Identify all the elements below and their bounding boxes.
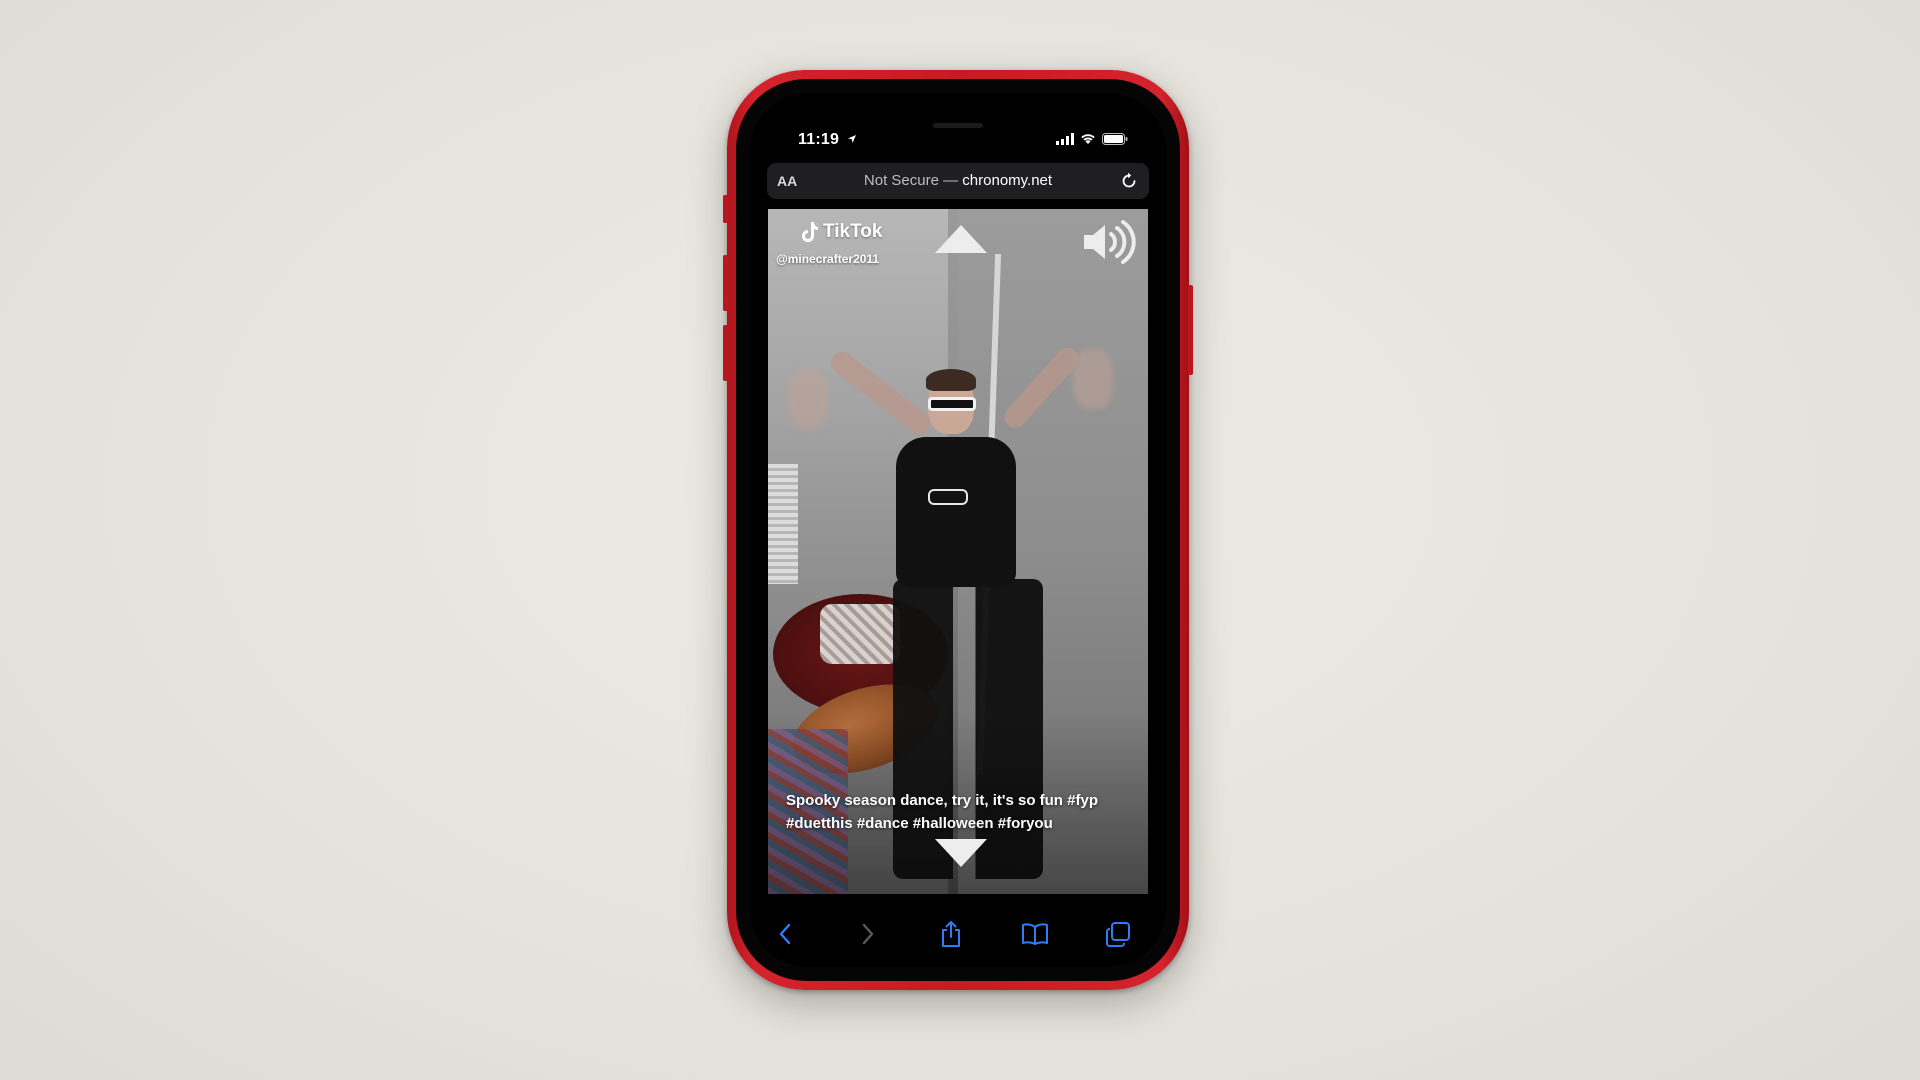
desk-background: 11:19 AA Not Secure — chronomy.net TikTo… [0, 0, 1920, 1080]
back-button[interactable] [770, 919, 800, 949]
cellular-signal-icon [1056, 133, 1074, 145]
earpiece-speaker [933, 123, 983, 128]
chevron-left-icon [779, 923, 791, 945]
share-button[interactable] [936, 919, 966, 949]
status-icons [1056, 133, 1128, 145]
tiktok-video-player[interactable]: TikTok @minecrafter2011 Spooky season da… [768, 209, 1148, 894]
security-label: Not Secure — [863, 172, 963, 189]
volume-up-button [723, 255, 728, 311]
chevron-right-icon [862, 923, 874, 945]
tiktok-note-icon [802, 222, 818, 242]
dancer-hand [788, 369, 828, 429]
wifi-icon [1081, 134, 1095, 144]
dancer-torso [896, 437, 1016, 587]
silent-switch [723, 195, 728, 223]
safari-toolbar [750, 909, 1166, 955]
book-icon [1022, 923, 1048, 945]
triangle-down-icon[interactable] [935, 839, 987, 867]
reload-icon[interactable] [1119, 171, 1139, 191]
share-icon [942, 921, 960, 947]
triangle-up-icon[interactable] [935, 225, 987, 253]
iphone-device: 11:19 AA Not Secure — chronomy.net TikTo… [723, 70, 1193, 990]
phone-screen: 11:19 AA Not Secure — chronomy.net TikTo… [750, 93, 1166, 967]
status-time: 11:19 [798, 131, 857, 149]
tabs-button[interactable] [1103, 919, 1133, 949]
dancer-arm [826, 347, 935, 439]
status-time-text: 11:19 [798, 131, 840, 148]
caption-line: Spooky season dance, try it, it's so fun… [786, 792, 1098, 809]
forward-button[interactable] [853, 919, 883, 949]
phone-bezel: 11:19 AA Not Secure — chronomy.net TikTo… [736, 79, 1180, 981]
dancer-hair [926, 369, 976, 391]
tiktok-logo: TikTok [801, 221, 882, 243]
dancer-sunglasses [928, 397, 976, 411]
bookmarks-button[interactable] [1020, 919, 1050, 949]
dancer-arm [999, 343, 1084, 433]
speaker-volume-icon[interactable] [1080, 219, 1136, 265]
url-display[interactable]: Not Secure — chronomy.net [767, 172, 1149, 189]
domain-label: chronomy.net [962, 172, 1053, 189]
battery-icon [1102, 133, 1128, 145]
caption-line: #duetthis #dance #halloween #foryou [786, 815, 1053, 832]
location-arrow-icon [847, 135, 856, 143]
safari-address-bar[interactable]: AA Not Secure — chronomy.net [767, 163, 1149, 199]
tabs-icon [1106, 922, 1130, 947]
power-button [1188, 285, 1193, 375]
video-username[interactable]: @minecrafter2011 [776, 252, 879, 266]
shirt-graphic [928, 489, 968, 505]
volume-down-button [723, 325, 728, 381]
tiktok-brand-label: TikTok [823, 221, 883, 242]
video-caption: Spooky season dance, try it, it's so fun… [786, 789, 1120, 835]
